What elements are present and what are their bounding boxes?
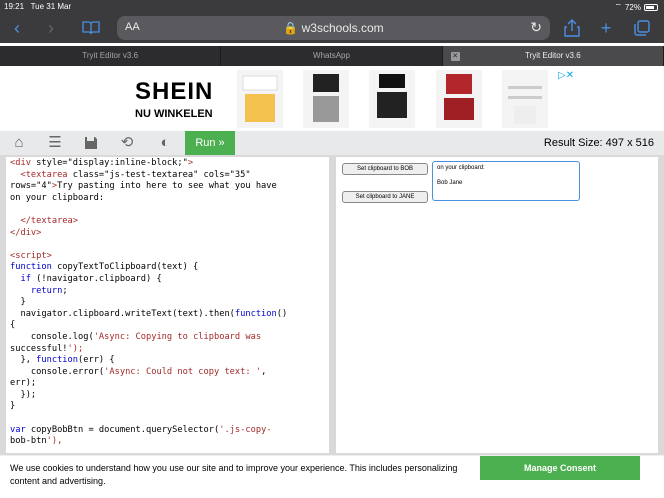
ad-product-image [237,70,283,128]
status-time: 19:21 [4,2,25,11]
textarea-line: on your clipboard: [437,165,485,171]
code-line: return; [30,285,68,296]
code-text[interactable]: <div style="display:inline-block;"> <tex… [6,157,329,449]
clipboard-textarea[interactable]: on your clipboard: Bob Jane [432,161,580,201]
ad-tagline: NU WINKELEN [135,108,213,120]
code-line: } [10,401,16,412]
status-right: ⌔ 72% [614,2,658,12]
wifi-icon: ⌔ [614,2,622,11]
bookmarks-icon[interactable] [80,17,102,39]
ad-product-image [436,70,482,128]
code-line: { [10,320,16,331]
browser-toolbar: ‹ › AA 🔒 w3schools.com ↻ + [0,13,664,43]
code-line: successful!'); [10,343,84,354]
code-line: <script> [10,250,52,261]
code-line: </textarea> [20,215,79,226]
battery-percent: 72% [624,2,641,12]
tab-label: Tryit Editor v3.6 [524,51,581,60]
code-line: } [10,297,26,308]
code-line: }, function(err) { [10,355,115,366]
cookie-banner: We use cookies to understand how you use… [0,455,664,498]
cookie-text: We use cookies to understand how you use… [10,463,458,486]
ad-close-icon[interactable]: ▷✕ [558,70,574,81]
ad-banner[interactable]: SHEIN NU WINKELEN ▷✕ [0,66,664,131]
result-frame: Set clipboard to BOB Set clipboard to JA… [336,157,658,453]
ad-product-image [369,70,415,128]
code-line: if (!navigator.clipboard) { [20,273,162,284]
code-line: console.log('Async: Copying to clipboard… [10,331,262,342]
code-editor[interactable]: <div style="display:inline-block;"> <tex… [6,157,329,453]
code-line: bob-btn'), [10,436,63,447]
ad-logo: SHEIN NU WINKELEN [125,72,235,124]
set-clipboard-bob-button[interactable]: Set clipboard to BOB [342,163,428,175]
url-host: 🔒 w3schools.com [117,21,550,35]
editor-panes: <div style="display:inline-block;"> <tex… [0,155,664,455]
url-host-text: w3schools.com [301,21,384,35]
tab-tryit-1[interactable]: Tryit Editor v3.6 [0,46,222,66]
share-icon[interactable] [561,17,583,39]
code-line: on your clipboard: [10,192,105,203]
home-icon[interactable]: ⌂ [10,134,28,152]
code-line: function copyTextToClipboard(text) { [10,262,199,273]
rotate-icon[interactable]: ⟲ [118,134,136,152]
close-tab-icon[interactable]: ✕ [450,52,460,61]
battery-icon [644,3,658,11]
status-bar: 19:21 Tue 31 Mar ⌔ 72% [0,0,664,13]
forward-icon[interactable]: › [40,17,62,39]
editor-toolbar: ⌂ ☰ ⟲ ◐ Run » Result Size: 497 x 516 [0,131,664,155]
code-line: err); [10,378,37,389]
new-tab-icon[interactable]: + [595,17,617,39]
status-date: Tue 31 Mar [30,2,72,11]
tabs-overview-icon[interactable] [631,17,653,39]
code-line: <textarea class="js-test-textarea" cols=… [20,169,251,180]
menu-icon[interactable]: ☰ [46,134,64,152]
address-bar[interactable]: AA 🔒 w3schools.com ↻ [117,16,550,40]
save-icon[interactable] [82,134,100,152]
run-button[interactable]: Run » [185,131,235,155]
code-line: navigator.clipboard.writeText(text).then… [10,308,288,319]
theme-toggle-icon[interactable]: ◐ [156,134,174,152]
back-icon[interactable]: ‹ [6,17,28,39]
tab-whatsapp[interactable]: WhatsApp [221,46,443,66]
manage-consent-button[interactable]: Manage Consent [480,456,640,480]
ad-brand: SHEIN [135,78,214,105]
result-size: Result Size: 497 x 516 [543,137,654,149]
ad-product-image [502,70,548,128]
tab-tryit-active[interactable]: ✕ Tryit Editor v3.6 [442,46,664,66]
code-line: rows="4">Try pasting into here to see wh… [10,181,277,192]
lock-icon: 🔒 [283,21,299,35]
code-line: console.error('Async: Could not copy tex… [10,366,267,377]
set-clipboard-jane-button[interactable]: Set clipboard to JANE [342,191,428,203]
tab-bar: Tryit Editor v3.6 WhatsApp ✕ Tryit Edito… [0,46,664,66]
code-line: var copyBobBtn = document.querySelector(… [10,424,272,435]
ad-product-image [303,70,349,128]
textarea-line: Bob Jane [437,180,463,186]
code-line: }); [10,389,37,400]
status-time-date: 19:21 Tue 31 Mar [4,2,71,11]
code-line: <div style="display:inline-block;"> [10,158,194,168]
tab-label: Tryit Editor v3.6 [82,51,139,60]
tab-label: WhatsApp [313,51,350,60]
code-line: </div> [10,227,42,238]
reload-icon[interactable]: ↻ [530,19,542,36]
